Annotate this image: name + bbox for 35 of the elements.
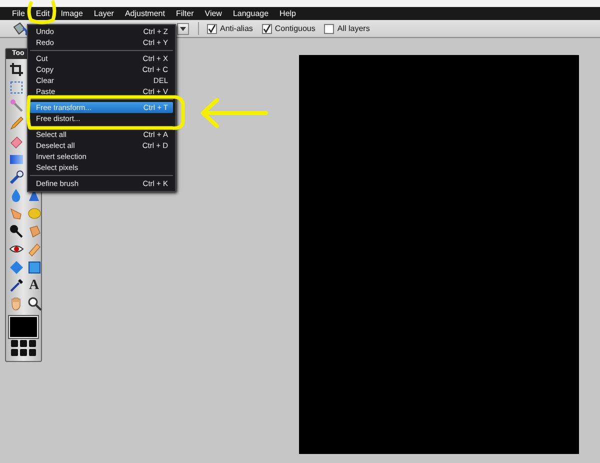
dropper-icon[interactable] (8, 278, 24, 293)
checkbox-label: Anti-alias (220, 24, 253, 33)
lollipop-icon[interactable] (8, 224, 24, 239)
finger-icon[interactable] (8, 206, 24, 221)
text-tool[interactable]: A (28, 278, 40, 293)
menu-item[interactable]: Edit (32, 7, 58, 20)
expand-icon[interactable] (26, 260, 42, 275)
menu-item[interactable]: Help (276, 7, 304, 20)
menu-item[interactable]: Filter (172, 7, 202, 20)
color-swatch[interactable] (9, 316, 38, 338)
crop-icon[interactable] (8, 62, 24, 77)
checkbox[interactable] (324, 24, 334, 34)
menu-item[interactable]: Language (230, 7, 277, 20)
checkmark-icon (208, 24, 216, 32)
arrow-annotation (201, 98, 268, 128)
eraser-icon[interactable] (8, 134, 24, 149)
bandage-icon[interactable] (26, 242, 42, 257)
pencil-icon[interactable] (8, 116, 24, 131)
checkbox[interactable] (207, 24, 217, 34)
search-icon[interactable] (26, 296, 42, 311)
sponge-icon[interactable] (26, 224, 42, 239)
checkbox-label: Contiguous (274, 24, 316, 33)
wand-icon[interactable] (8, 98, 24, 113)
menu-item[interactable]: View (202, 7, 230, 20)
selection-icon[interactable] (8, 80, 24, 95)
menu-item[interactable]: Adjustment (122, 7, 173, 20)
menu-item[interactable]: Image (58, 7, 91, 20)
menu-item[interactable]: Layer (90, 7, 122, 20)
checkbox[interactable] (262, 24, 272, 34)
caret-icon (180, 26, 186, 30)
gradient-icon[interactable] (8, 152, 24, 167)
checkmark-icon (262, 24, 271, 32)
checkbox-label: All layers (337, 24, 370, 33)
dropdown-button[interactable] (177, 22, 189, 34)
menu-item[interactable]: File (9, 7, 33, 20)
